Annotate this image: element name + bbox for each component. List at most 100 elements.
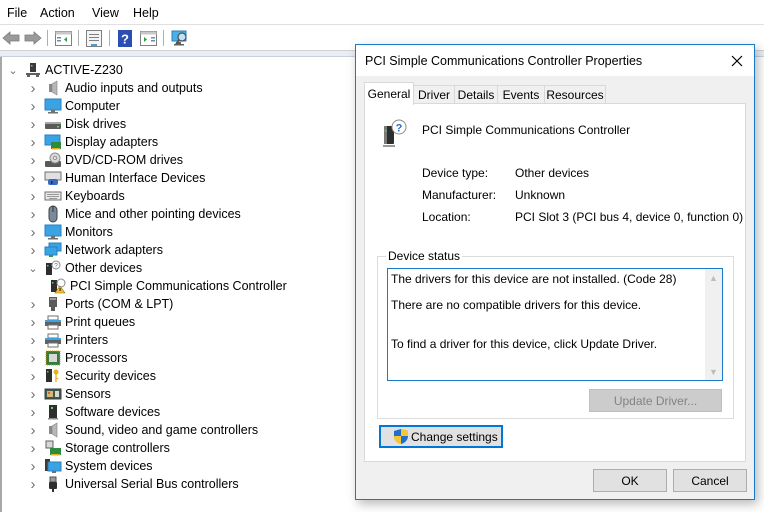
close-button[interactable] [720, 45, 754, 76]
menu-help[interactable]: Help [133, 6, 159, 20]
tab-general[interactable]: General [364, 82, 414, 105]
tree-item[interactable]: › Human Interface Devices [26, 169, 206, 187]
mouse-icon [44, 205, 62, 223]
chevron-right-icon[interactable]: › [26, 313, 40, 331]
tree-item-label: Security devices [65, 369, 157, 383]
back-button[interactable] [1, 28, 21, 48]
dialog-titlebar[interactable]: PCI Simple Communications Controller Pro… [356, 45, 754, 76]
tree-child-item[interactable]: PCI Simple Communications Controller [45, 277, 287, 295]
tab-resources[interactable]: Resources [544, 85, 606, 104]
tree-item[interactable]: › Printers [26, 331, 109, 349]
tree-item[interactable]: › Processors [26, 349, 128, 367]
chevron-right-icon[interactable]: › [26, 205, 40, 223]
toolbar-separator [78, 30, 79, 46]
unknown-device-icon: ? [381, 118, 409, 148]
tree-item-label: Ports (COM & LPT) [65, 297, 174, 311]
tree-item-label: Universal Serial Bus controllers [65, 477, 239, 491]
cancel-button[interactable]: Cancel [673, 469, 747, 492]
tree-item[interactable]: › Mice and other pointing devices [26, 205, 241, 223]
port-icon [44, 296, 62, 312]
tree-item-label: Sound, video and game controllers [65, 423, 259, 437]
scroll-up-icon[interactable]: ▲ [705, 269, 722, 286]
tree-item[interactable]: › Display adapters [26, 133, 159, 151]
forward-arrow-icon [24, 31, 42, 45]
chevron-right-icon[interactable]: › [26, 295, 40, 313]
chevron-right-icon[interactable]: › [26, 349, 40, 367]
tab-driver[interactable]: Driver [413, 85, 455, 104]
usb-icon [44, 476, 62, 492]
speaker-icon [44, 80, 62, 96]
device-status-textbox[interactable]: The drivers for this device are not inst… [387, 268, 723, 381]
help-icon: ? [118, 29, 132, 47]
chevron-right-icon[interactable]: › [26, 367, 40, 385]
tree-item-label: Processors [65, 351, 128, 365]
chevron-right-icon[interactable]: › [26, 223, 40, 241]
vertical-scrollbar[interactable]: ▲ ▼ [705, 269, 722, 380]
chevron-down-icon[interactable]: ⌄ [26, 259, 40, 277]
tree-item[interactable]: › Monitors [26, 223, 113, 241]
chevron-right-icon[interactable]: › [26, 151, 40, 169]
back-arrow-icon [2, 31, 20, 45]
tree-item[interactable]: › Storage controllers [26, 439, 170, 457]
change-settings-button[interactable]: Change settings [379, 425, 503, 448]
software-device-icon [44, 404, 62, 420]
status-line: To find a driver for this device, click … [391, 337, 658, 351]
show-hide-action-pane-button[interactable] [138, 28, 158, 48]
menu-file[interactable]: File [7, 6, 27, 20]
chevron-right-icon[interactable]: › [26, 187, 40, 205]
menu-action[interactable]: Action [40, 6, 75, 20]
tree-item[interactable]: › Network adapters [26, 241, 163, 259]
chevron-right-icon[interactable]: › [26, 457, 40, 475]
forward-button[interactable] [23, 28, 43, 48]
show-hide-console-tree-button[interactable] [53, 28, 73, 48]
tree-item[interactable]: › Computer [26, 97, 120, 115]
tree-item[interactable]: › Disk drives [26, 115, 127, 133]
uac-shield-icon [394, 429, 408, 444]
chevron-right-icon[interactable]: › [26, 241, 40, 259]
help-button[interactable]: ? [115, 28, 135, 48]
chevron-right-icon[interactable]: › [26, 79, 40, 97]
status-line: There are no compatible drivers for this… [391, 298, 642, 312]
chevron-right-icon[interactable]: › [26, 421, 40, 439]
tree-item[interactable]: › Security devices [26, 367, 157, 385]
menu-view[interactable]: View [92, 6, 119, 20]
chevron-right-icon[interactable]: › [26, 475, 40, 493]
properties-button[interactable] [84, 28, 104, 48]
tree-item[interactable]: › Keyboards [26, 187, 125, 205]
tree-item[interactable]: › Sensors [26, 385, 111, 403]
scan-hardware-button[interactable] [170, 28, 190, 48]
tree-item[interactable]: › DVD/CD-ROM drives [26, 151, 184, 169]
chevron-down-icon[interactable]: ⌄ [6, 61, 20, 79]
status-line: The drivers for this device are not inst… [391, 272, 677, 286]
tree-item[interactable]: › Print queues [26, 313, 136, 331]
chevron-right-icon[interactable]: › [26, 385, 40, 403]
chevron-right-icon[interactable]: › [26, 331, 40, 349]
toolbar-separator [163, 30, 164, 46]
tree-root[interactable]: ⌄ ACTIVE-Z230 [6, 61, 123, 79]
tree-item[interactable]: › Audio inputs and outputs [26, 79, 203, 97]
chevron-right-icon[interactable]: › [26, 115, 40, 133]
chevron-right-icon[interactable]: › [26, 97, 40, 115]
tree-item[interactable]: ⌄? Other devices [26, 259, 142, 277]
tree-left-border [0, 57, 2, 512]
tree-item[interactable]: › Software devices [26, 403, 161, 421]
tree-item[interactable]: › Sound, video and game controllers [26, 421, 259, 439]
computer-tower-icon [24, 62, 42, 78]
tab-events[interactable]: Events [497, 85, 545, 104]
system-devices-icon [44, 458, 62, 474]
close-icon [731, 55, 743, 66]
tree-item-label: Display adapters [65, 135, 159, 149]
scroll-down-icon[interactable]: ▼ [705, 363, 722, 380]
tree-item-label: System devices [65, 459, 153, 473]
chevron-right-icon[interactable]: › [26, 403, 40, 421]
chevron-right-icon[interactable]: › [26, 169, 40, 187]
tree-item[interactable]: › Ports (COM & LPT) [26, 295, 174, 313]
chevron-right-icon[interactable]: › [26, 133, 40, 151]
update-driver-button[interactable]: Update Driver... [589, 389, 722, 412]
manufacturer-value: Unknown [515, 188, 566, 202]
chevron-right-icon[interactable]: › [26, 439, 40, 457]
ok-button[interactable]: OK [593, 469, 667, 492]
tree-item[interactable]: › System devices [26, 457, 153, 475]
tree-item[interactable]: › Universal Serial Bus controllers [26, 475, 239, 493]
tab-details[interactable]: Details [454, 85, 498, 104]
